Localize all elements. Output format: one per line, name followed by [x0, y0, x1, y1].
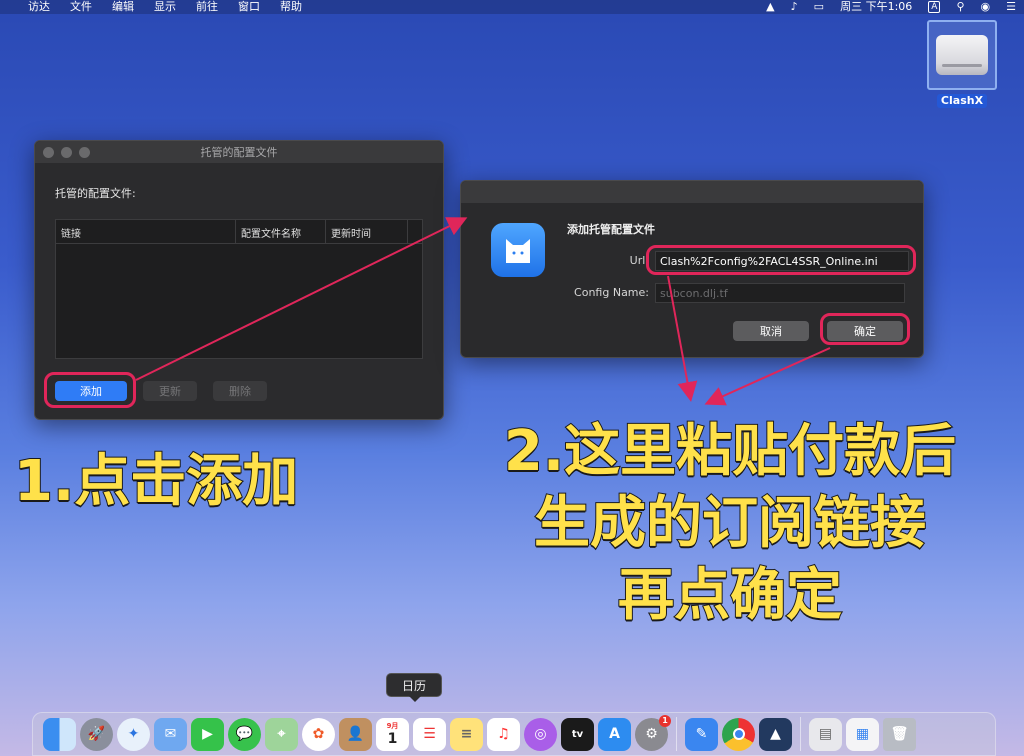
desktop-drive[interactable]: ClashX — [926, 20, 998, 112]
drive-label: ClashX — [936, 94, 988, 108]
menu-bar: 访达 文件 编辑 显示 前往 窗口 帮助 ▲ ♪ ▭ 周三 下午1:06 A ⚲… — [0, 0, 1024, 14]
menu-edit[interactable]: 编辑 — [112, 0, 134, 14]
add-button-highlight — [44, 372, 136, 408]
mail-icon[interactable]: ✉ — [154, 717, 187, 751]
window-titlebar[interactable]: 托管的配置文件 — [35, 141, 443, 163]
trash-icon[interactable]: 🗑 — [883, 717, 916, 751]
profiles-heading: 托管的配置文件: — [55, 187, 136, 200]
finder-icon[interactable] — [43, 717, 76, 751]
column-header-link[interactable]: 链接 — [56, 220, 236, 243]
menu-finder[interactable]: 访达 — [28, 0, 50, 14]
step2-annotation: 2.这里粘贴付款后 生成的订阅链接 再点确定 — [450, 416, 1010, 632]
menu-view[interactable]: 显示 — [154, 0, 176, 14]
step2-line1: 2.这里粘贴付款后 — [503, 418, 957, 485]
photos-icon[interactable]: ✿ — [302, 717, 335, 751]
menu-help[interactable]: 帮助 — [280, 0, 302, 14]
drive-icon — [927, 20, 997, 90]
input-source-icon[interactable]: A — [928, 1, 941, 13]
notes-icon[interactable]: ≡ — [450, 717, 483, 751]
system-preferences-icon[interactable]: ⚙ 1 — [635, 714, 671, 751]
url-label: Url: — [629, 254, 649, 267]
downloads-stack-icon[interactable]: ▤ — [809, 717, 842, 751]
messages-icon[interactable]: 💬 — [228, 717, 261, 751]
calendar-day: 1 — [387, 731, 398, 747]
siri-icon[interactable]: ◉ — [981, 0, 991, 14]
clashx-icon[interactable]: ▲ — [759, 717, 792, 751]
reminders-icon[interactable]: ☰ — [413, 717, 446, 751]
documents-stack-icon[interactable]: ▦ — [846, 717, 879, 751]
launchpad-icon[interactable]: 🚀 — [80, 717, 113, 751]
column-header-update-time[interactable]: 更新时间 — [326, 220, 408, 243]
notification-center-icon[interactable]: ☰ — [1006, 0, 1016, 14]
menu-clock[interactable]: 周三 下午1:06 — [840, 0, 912, 14]
menu-window[interactable]: 窗口 — [238, 0, 260, 14]
music-status-icon[interactable]: ♪ — [791, 0, 798, 14]
dock: 🚀 ✦ ✉ ▶ 💬 ⌖ ✿ 👤 9月 1 ☰ ≡ ♫ ◎ tv A ⚙ 1 ✎ ▲… — [32, 712, 996, 756]
maps-icon[interactable]: ⌖ — [265, 717, 298, 751]
safari-icon[interactable]: ✦ — [117, 717, 150, 751]
table-header: 链接 配置文件名称 更新时间 — [56, 220, 422, 244]
display-status-icon[interactable]: ▭ — [814, 0, 824, 14]
step2-line2: 生成的订阅链接 — [533, 490, 927, 557]
window-title: 托管的配置文件 — [200, 146, 278, 159]
spotlight-search-icon[interactable]: ⚲ — [956, 0, 964, 14]
clashx-cat-icon — [491, 223, 545, 277]
config-name-input[interactable]: subcon.dlj.tf — [655, 283, 905, 303]
profiles-table[interactable]: 链接 配置文件名称 更新时间 — [55, 219, 423, 359]
url-field-highlight — [646, 245, 916, 275]
clashx-status-icon[interactable]: ▲ — [766, 0, 774, 14]
contacts-icon[interactable]: 👤 — [339, 717, 372, 751]
pencil-app-icon[interactable]: ✎ — [685, 717, 718, 751]
tv-icon[interactable]: tv — [561, 717, 594, 751]
music-icon[interactable]: ♫ — [487, 717, 520, 751]
facetime-icon[interactable]: ▶ — [191, 717, 224, 751]
dock-tooltip: 日历 — [386, 673, 442, 702]
column-header-config-name[interactable]: 配置文件名称 — [236, 220, 326, 243]
cancel-button[interactable]: 取消 — [733, 321, 809, 341]
step1-annotation: 1.点击添加 — [13, 448, 299, 515]
dock-separator — [676, 717, 677, 751]
config-name-label: Config Name: — [574, 286, 649, 299]
step2-line3: 再点确定 — [617, 562, 843, 629]
app-store-icon[interactable]: A — [598, 717, 631, 751]
menu-go[interactable]: 前往 — [196, 0, 218, 14]
chrome-icon[interactable] — [722, 717, 755, 751]
dock-separator — [800, 717, 801, 751]
settings-badge: 1 — [659, 714, 671, 727]
podcasts-icon[interactable]: ◎ — [524, 717, 557, 751]
calendar-icon[interactable]: 9月 1 — [376, 717, 409, 751]
menu-file[interactable]: 文件 — [70, 0, 92, 14]
dialog-title: 添加托管配置文件 — [567, 223, 655, 236]
update-button[interactable]: 更新 — [143, 381, 197, 401]
dialog-titlebar[interactable] — [461, 181, 923, 203]
ok-button-highlight — [820, 313, 910, 345]
delete-button[interactable]: 删除 — [213, 381, 267, 401]
calendar-month: 9月 — [386, 722, 399, 730]
